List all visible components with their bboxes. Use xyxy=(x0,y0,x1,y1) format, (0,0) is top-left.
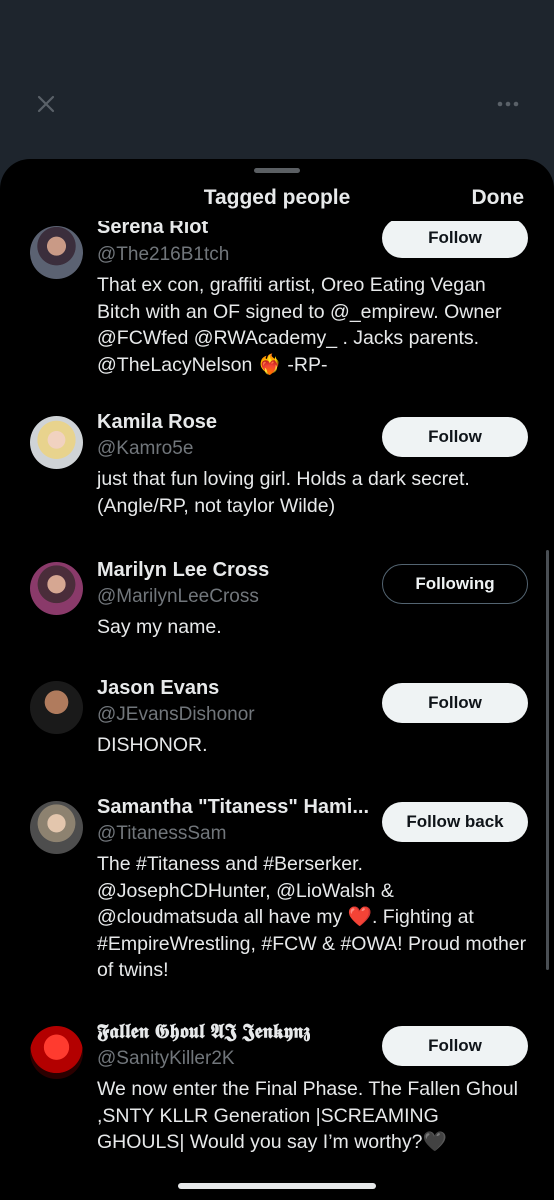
avatar[interactable] xyxy=(30,416,83,469)
done-button[interactable]: Done xyxy=(472,186,525,210)
follow-button[interactable]: Follow xyxy=(382,417,528,457)
user-name[interactable]: Jason Evans xyxy=(97,677,219,700)
user-handle[interactable]: @SanityKiller2K xyxy=(97,1048,235,1070)
user-name[interactable]: Kamila Rose xyxy=(97,411,217,434)
avatar[interactable] xyxy=(30,1026,83,1079)
list-item[interactable]: Samantha "Titaness" Hami... @TitanessSam… xyxy=(0,796,554,996)
user-bio: We now enter the Final Phase. The Fallen… xyxy=(97,1078,518,1153)
following-button[interactable]: Following xyxy=(382,564,528,604)
follow-back-button[interactable]: Follow back xyxy=(382,802,528,842)
list-item[interactable]: Serena Riot @The216B1tch Follow That ex … xyxy=(0,221,554,376)
tagged-people-list[interactable]: Serena Riot @The216B1tch Follow That ex … xyxy=(0,221,554,1200)
user-name[interactable]: Marilyn Lee Cross xyxy=(97,559,269,582)
tagged-people-sheet: Tagged people Done Serena Riot @The216B1… xyxy=(0,159,554,1200)
avatar[interactable] xyxy=(30,562,83,615)
list-item[interactable]: Jason Evans @JEvansDishonor Follow DISHO… xyxy=(0,677,554,767)
avatar[interactable] xyxy=(30,801,83,854)
user-name[interactable]: 𝕱𝖆𝖑𝖑𝖊𝖓 𝕲𝖍𝖔𝖚𝖑 𝕬𝕵 𝕵𝖊𝖓𝖐𝖞𝖓𝖟 xyxy=(97,1021,310,1044)
user-bio: just that fun loving girl. Holds a dark … xyxy=(97,468,470,517)
avatar[interactable] xyxy=(30,681,83,734)
close-icon[interactable] xyxy=(34,92,58,116)
follow-button[interactable]: Follow xyxy=(382,683,528,723)
user-handle[interactable]: @TitanessSam xyxy=(97,823,226,845)
avatar[interactable] xyxy=(30,226,83,279)
user-name[interactable]: Serena Riot xyxy=(97,221,208,239)
follow-button[interactable]: Follow xyxy=(382,1026,528,1066)
user-bio: Say my name. xyxy=(97,616,222,638)
user-handle[interactable]: @JEvansDishonor xyxy=(97,704,255,726)
more-icon[interactable] xyxy=(494,94,522,114)
home-indicator[interactable] xyxy=(178,1183,376,1189)
user-handle[interactable]: @MarilynLeeCross xyxy=(97,586,259,608)
follow-button[interactable]: Follow xyxy=(382,221,528,258)
sheet-grabber[interactable] xyxy=(254,168,300,173)
user-name[interactable]: Samantha "Titaness" Hami... xyxy=(97,796,369,819)
list-item[interactable]: Marilyn Lee Cross @MarilynLeeCross Follo… xyxy=(0,559,554,649)
user-bio: The #Titaness and #Berserker. @JosephCDH… xyxy=(97,853,527,981)
list-item[interactable]: 𝕱𝖆𝖑𝖑𝖊𝖓 𝕲𝖍𝖔𝖚𝖑 𝕬𝕵 𝕵𝖊𝖓𝖐𝖞𝖓𝖟 @SanityKiller2K … xyxy=(0,1021,554,1191)
user-handle[interactable]: @Kamro5e xyxy=(97,438,193,460)
user-handle[interactable]: @The216B1tch xyxy=(97,244,229,266)
list-item[interactable]: Kamila Rose @Kamro5e Follow just that fu… xyxy=(0,411,554,531)
scrollbar[interactable] xyxy=(546,550,549,970)
user-bio: DISHONOR. xyxy=(97,734,208,756)
user-bio: That ex con, graffiti artist, Oreo Eatin… xyxy=(97,274,502,376)
